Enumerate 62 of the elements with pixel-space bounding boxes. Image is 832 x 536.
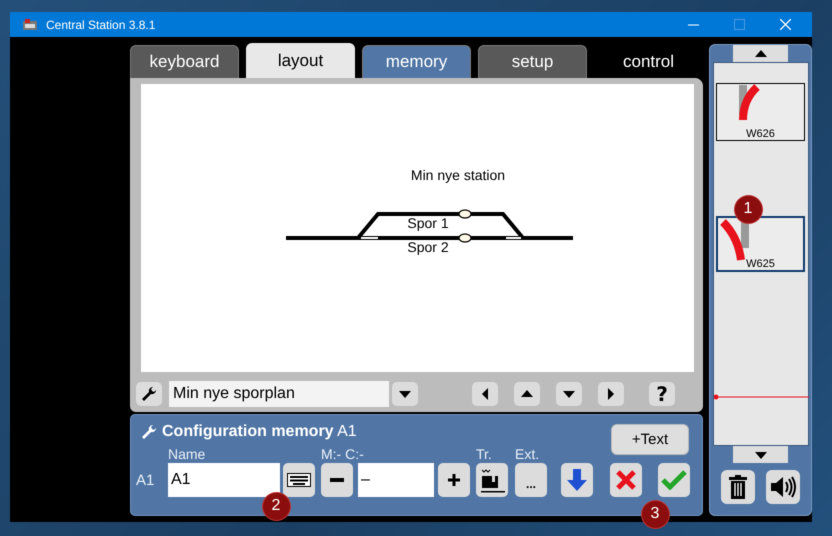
article-label: W625 [746, 258, 775, 270]
more-button[interactable]: ... [515, 463, 547, 497]
help-button[interactable]: ? [649, 382, 675, 406]
caret-icon [606, 387, 616, 401]
checkmark-icon [661, 470, 687, 490]
caret-icon [754, 48, 768, 58]
speaker-icon [770, 476, 796, 498]
address-field[interactable]: – [358, 463, 434, 497]
cross-icon [615, 469, 637, 491]
caret-icon [754, 450, 768, 460]
plus-icon [448, 474, 460, 486]
wrench-icon [140, 385, 158, 403]
app-icon [22, 18, 38, 32]
keyboard-icon [287, 473, 311, 487]
tab[interactable]: keyboard [130, 45, 239, 78]
arrow-down-icon [567, 469, 587, 491]
scroll-up-button[interactable] [733, 45, 788, 62]
tab[interactable]: layout [246, 43, 355, 78]
panel-title: Configuration memory A1 [162, 423, 357, 441]
minus-icon [330, 478, 344, 482]
caret-icon [520, 389, 534, 399]
delete-button[interactable] [721, 470, 755, 504]
scroll-right-button[interactable] [598, 382, 624, 406]
dropdown-button[interactable] [392, 382, 418, 406]
article-label: W626 [746, 128, 775, 140]
callout-badge: 2 [262, 492, 290, 520]
sound-button[interactable] [766, 470, 800, 504]
scroll-down-button[interactable] [733, 446, 788, 463]
close-icon[interactable] [780, 19, 790, 30]
row-label: A1 [136, 472, 156, 488]
turnout-icon [717, 217, 751, 261]
cancel-button[interactable] [610, 463, 642, 497]
tab[interactable]: setup [478, 45, 587, 78]
article-item[interactable]: W626 [716, 83, 805, 141]
plan-select[interactable]: Min nye sporplan [169, 381, 389, 407]
field-label: M:- C:- [321, 446, 365, 462]
keyboard-button[interactable] [283, 463, 315, 497]
article-item[interactable]: W625 [716, 216, 805, 272]
caret-icon [562, 389, 576, 399]
scroll-up-button[interactable] [514, 382, 540, 406]
caret-icon [480, 387, 490, 401]
add-text-button[interactable]: +Text [611, 424, 689, 455]
layout-label: Min nye station [410, 167, 506, 183]
field-label: Tr. [476, 446, 493, 462]
window-title: Central Station 3.8.1 [46, 18, 156, 32]
callout-badge: 3 [642, 500, 668, 528]
track-button[interactable] [476, 463, 508, 497]
increase-button[interactable] [438, 463, 470, 497]
layout-label: Spor 1 [407, 215, 449, 231]
move-down-button[interactable] [561, 463, 593, 497]
scroll-left-button[interactable] [472, 382, 498, 406]
decrease-button[interactable] [321, 463, 353, 497]
wrench-icon [140, 423, 158, 441]
field-label: Ext. [515, 446, 540, 462]
caret-icon [398, 389, 412, 399]
name-field[interactable]: A1 [168, 463, 280, 497]
trash-icon [729, 475, 747, 499]
edit-button[interactable] [136, 382, 162, 406]
layout-label: Spor 2 [407, 239, 449, 255]
tab[interactable]: memory [362, 45, 471, 78]
scroll-down-button[interactable] [556, 382, 582, 406]
field-label: Name [168, 446, 206, 462]
